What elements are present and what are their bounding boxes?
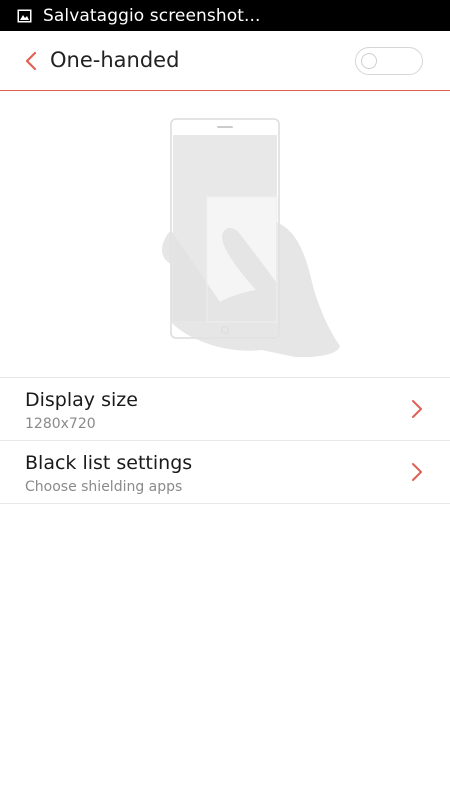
chevron-right-icon — [412, 400, 422, 418]
status-bar: Salvataggio screenshot... — [0, 0, 450, 31]
status-notification-text: Salvataggio screenshot... — [43, 5, 261, 26]
settings-list: Display size 1280x720 Black list setting… — [0, 377, 450, 504]
display-size-value: 1280x720 — [25, 416, 96, 432]
phone-with-hand-icon — [161, 118, 340, 358]
display-size-title: Display size — [25, 389, 138, 411]
chevron-left-icon — [25, 51, 37, 71]
page-title: One-handed — [50, 48, 180, 72]
one-handed-illustration — [0, 92, 450, 377]
black-list-settings-title: Black list settings — [25, 452, 193, 474]
action-bar: One-handed — [0, 31, 450, 91]
chevron-right-icon — [412, 463, 422, 481]
toggle-knob — [361, 53, 377, 69]
display-size-item[interactable]: Display size 1280x720 — [0, 378, 450, 441]
black-list-settings-subtitle: Choose shielding apps — [25, 479, 183, 495]
back-button[interactable] — [20, 49, 42, 73]
black-list-settings-item[interactable]: Black list settings Choose shielding app… — [0, 441, 450, 504]
image-icon — [17, 9, 32, 23]
one-handed-toggle[interactable] — [355, 47, 423, 75]
